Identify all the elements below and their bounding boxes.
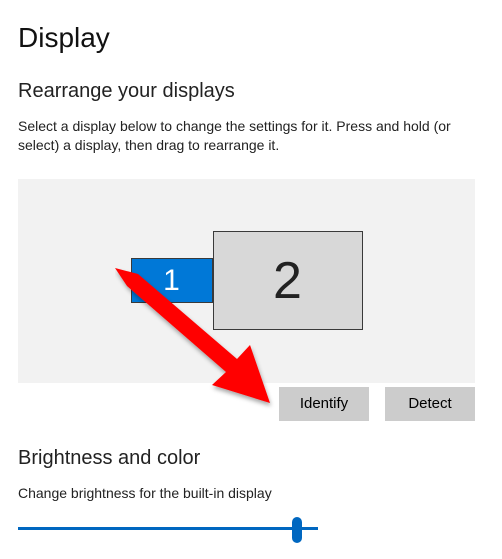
slider-thumb[interactable] bbox=[292, 517, 302, 543]
identify-button[interactable]: Identify bbox=[279, 387, 369, 421]
slider-track bbox=[18, 527, 318, 530]
display-buttons-row: Identify Detect bbox=[18, 387, 475, 421]
brightness-slider[interactable] bbox=[18, 517, 475, 545]
rearrange-description: Select a display below to change the set… bbox=[0, 103, 502, 155]
page-title: Display bbox=[0, 0, 502, 54]
display-1-box[interactable]: 1 bbox=[131, 258, 213, 303]
detect-button[interactable]: Detect bbox=[385, 387, 475, 421]
brightness-slider-label: Change brightness for the built-in displ… bbox=[0, 470, 502, 503]
display-rearrange-area[interactable]: 1 2 bbox=[18, 179, 475, 383]
display-2-box[interactable]: 2 bbox=[213, 231, 363, 330]
brightness-heading: Brightness and color bbox=[0, 421, 502, 470]
rearrange-heading: Rearrange your displays bbox=[0, 54, 502, 103]
displays-container: 1 2 bbox=[131, 231, 363, 330]
